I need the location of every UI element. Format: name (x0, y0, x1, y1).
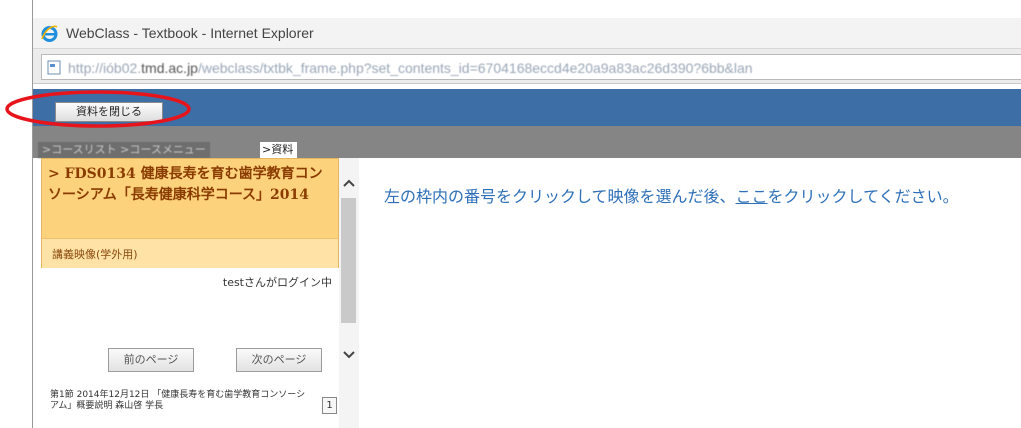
material-header-bar: 資料を閉じる (33, 89, 1021, 126)
lecture-list-item: 第1節 2014年12月12日 「健康長寿を育む歯学教育コンソーシアム」概要説明… (50, 390, 306, 411)
course-title[interactable]: > FDS0134 健康長寿を育む歯学教育コンソーシアム「長寿健康科学コース」2… (48, 164, 332, 206)
browser-window: WebClass - Textbook - Internet Explorer … (32, 0, 1021, 428)
instruction-after: をクリックしてください。 (767, 187, 959, 206)
sidebar: > FDS0134 健康長寿を育む歯学教育コンソーシアム「長寿健康科学コース」2… (41, 158, 359, 428)
login-status: testさんがログイン中 (222, 276, 332, 289)
instruction-link[interactable]: ここ (736, 187, 768, 206)
window-title: WebClass - Textbook - Internet Explorer (66, 25, 314, 41)
chevron-up-icon[interactable] (343, 178, 355, 188)
scroll-thumb[interactable] (341, 198, 356, 323)
close-material-button[interactable]: 資料を閉じる (55, 102, 163, 122)
ie-logo-icon (41, 25, 58, 42)
url-path: /webclass/txtbk_frame.php?set_contents_i… (197, 60, 753, 76)
url-field[interactable]: http://iób02.tmd.ac.jp/webclass/txtbk_fr… (41, 54, 1021, 80)
next-page-button[interactable]: 次のページ (236, 348, 322, 372)
url-host: tmd.ac.jp (141, 60, 198, 76)
instruction-before: 左の枠内の番号をクリックして映像を選んだ後、 (384, 187, 736, 206)
breadcrumb-links[interactable]: >コースリスト >コースメニュー (38, 142, 210, 158)
breadcrumb-current: >資料 (260, 142, 298, 158)
address-bar: http://iób02.tmd.ac.jp/webclass/txtbk_fr… (33, 48, 1021, 84)
window-titlebar: WebClass - Textbook - Internet Explorer (33, 18, 1021, 48)
lecture-number-button[interactable]: 1 (322, 397, 337, 414)
sidebar-scrollbar[interactable] (339, 158, 359, 428)
page-icon (47, 60, 61, 75)
chevron-down-icon[interactable] (343, 350, 355, 360)
url-text: http://iób02.tmd.ac.jp/webclass/txtbk_fr… (68, 60, 753, 76)
lecture-label[interactable]: 講義映像(学外用) (52, 246, 138, 262)
instruction-text: 左の枠内の番号をクリックして映像を選んだ後、ここをクリックしてください。 (384, 183, 959, 207)
prev-page-button[interactable]: 前のページ (108, 348, 194, 372)
main-content: 左の枠内の番号をクリックして映像を選んだ後、ここをクリックしてください。 (360, 158, 1021, 428)
lecture-row: 講義映像(学外用) (42, 238, 338, 268)
url-prefix: http://iób02. (68, 60, 142, 76)
course-box: > FDS0134 健康長寿を育む歯学教育コンソーシアム「長寿健康科学コース」2… (41, 158, 339, 268)
breadcrumb: >コースリスト >コースメニュー >資料 (33, 126, 1021, 158)
